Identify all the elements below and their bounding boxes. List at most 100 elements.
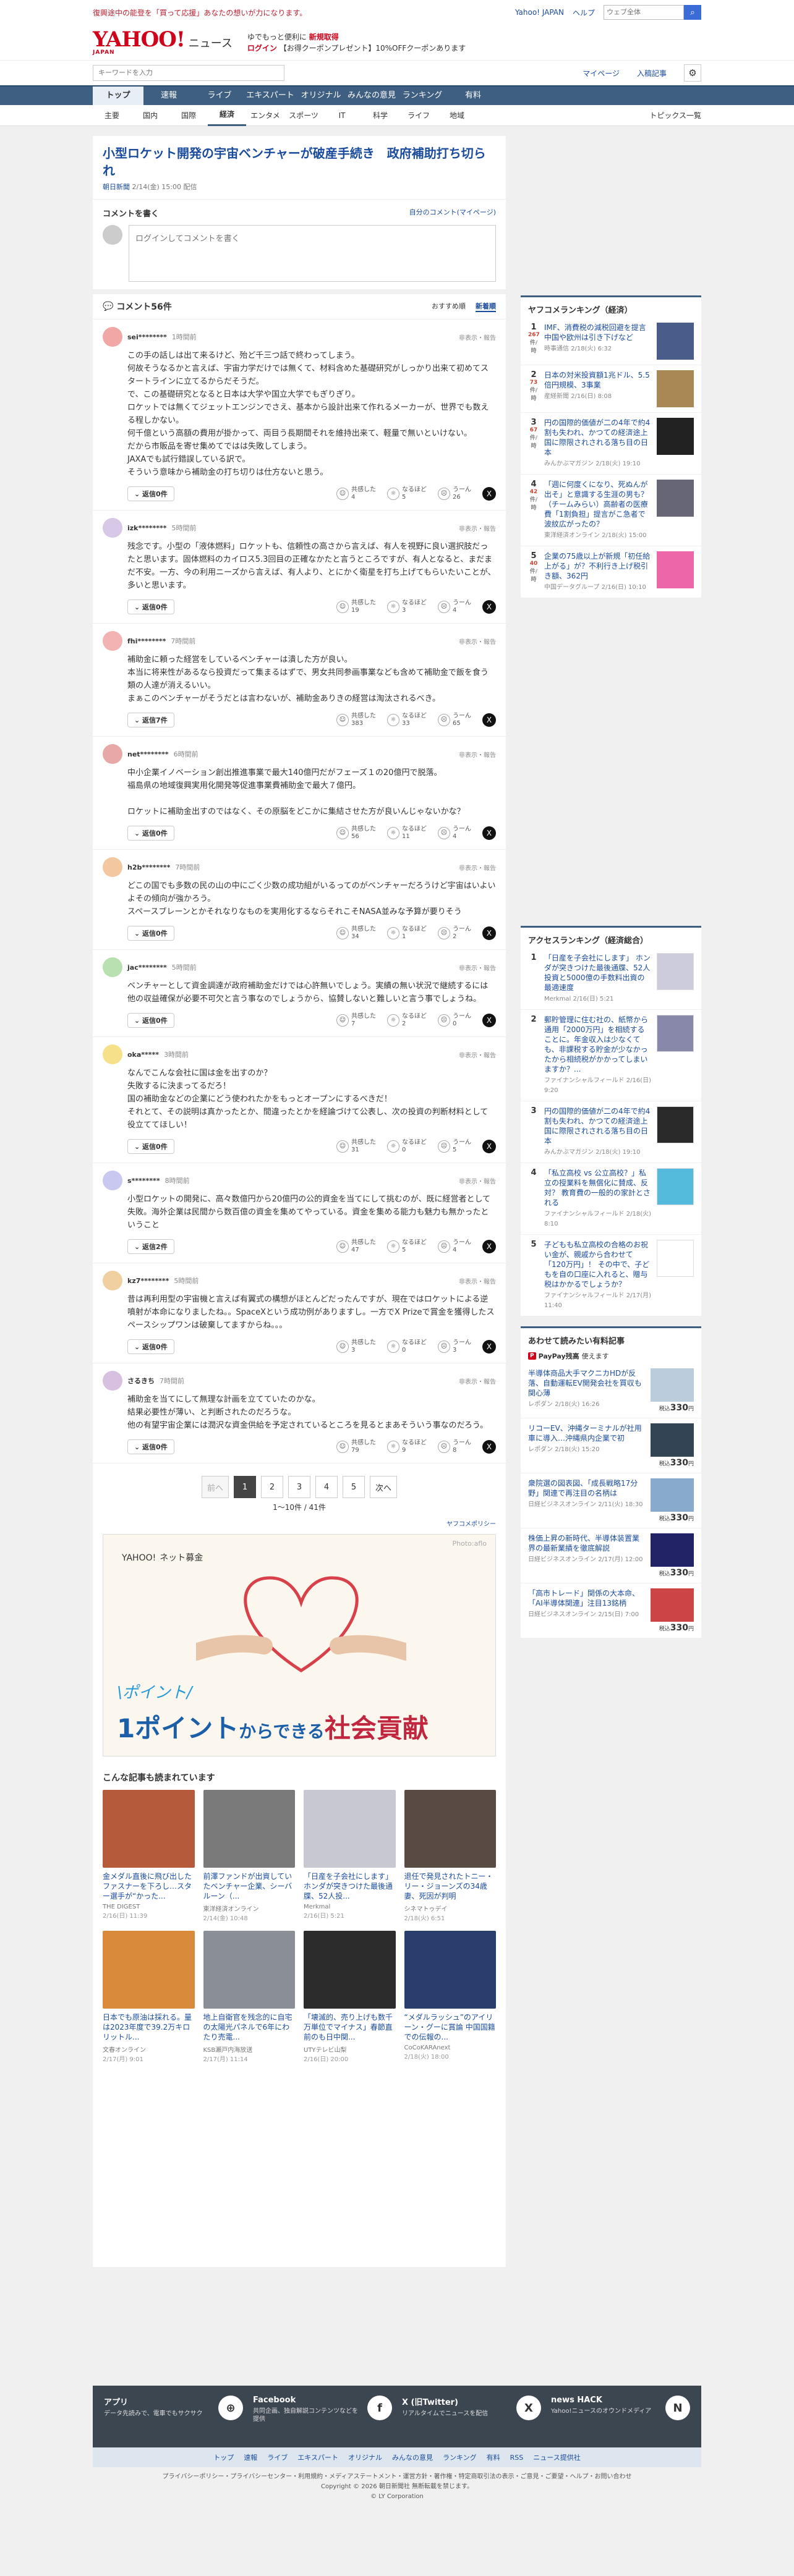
related-title[interactable]: 「壊滅的、売り上げも数千万単位でマイナス」春節直前のも日中関... — [304, 2012, 396, 2042]
footer-app-3[interactable]: news HACK Yahoo!ニュースのオウンドメディア N — [551, 2396, 690, 2423]
agree-button[interactable]: ☺ 共感した 47 — [336, 1239, 376, 1254]
reply-button[interactable]: ⌄ 返信0件 — [127, 1339, 174, 1354]
topics-list-link[interactable]: トピックス一覧 — [649, 106, 701, 125]
nav-paid[interactable]: 有料 — [448, 87, 498, 105]
x-share-icon[interactable]: X — [482, 600, 496, 614]
report-link[interactable]: 非表示・報告 — [459, 1276, 496, 1286]
related-article[interactable]: 退任で発見されたトニー・リー・ジョーンズの34歳妻、死因が判明 シネマトゥデイ 2/… — [404, 1790, 497, 1922]
page-3-button[interactable]: 3 — [288, 1476, 310, 1498]
comment-user[interactable]: s******** — [127, 1177, 160, 1185]
hmm-button[interactable]: ☹ うーん 5 — [438, 1139, 471, 1154]
related-article[interactable]: 「壊滅的、売り上げも数千万単位でマイナス」春節直前のも日中関... UTYテレビ山… — [304, 1931, 396, 2063]
hmm-button[interactable]: ☹ うーん 4 — [438, 826, 471, 841]
report-link[interactable]: 非表示・報告 — [459, 1050, 496, 1059]
login-promo[interactable]: ゆでもっと便利に 新規取得 ログイン 【お得クーポンプレゼント】10%OFFクー… — [247, 32, 466, 54]
x-share-icon[interactable]: X — [482, 487, 496, 501]
comment-user[interactable]: sei******** — [127, 333, 167, 341]
page-2-button[interactable]: 2 — [261, 1476, 283, 1498]
nav-top[interactable]: トップ — [93, 87, 143, 105]
news-search-input[interactable] — [93, 65, 284, 81]
commenter-avatar[interactable] — [103, 1044, 122, 1064]
reply-button[interactable]: ⌄ 返信0件 — [127, 926, 174, 941]
x-share-icon[interactable]: X — [482, 926, 496, 940]
mypage-link[interactable]: マイページ — [583, 68, 620, 78]
think-button[interactable]: ☼ なるほど 0 — [387, 1139, 427, 1154]
rank-title[interactable]: 日本の対米投資額1兆ドル、5.5倍円規模、3事業 — [544, 370, 652, 390]
donation-ad-banner[interactable]: YAHOO! ネット募金 Photo:aflo \ポイント/ 1ポイントからできる… — [103, 1534, 496, 1756]
rank-title[interactable]: 「週に何度くになり、死ぬんが出そ」と意識する生涯の男も？（チームみらい）高齢者の… — [544, 480, 652, 529]
x-share-icon[interactable]: X — [482, 1140, 496, 1153]
related-title[interactable]: 金メダル直後に飛び出したファスナーを下ろし…スター選手が“かった... — [103, 1871, 195, 1901]
footer-nav-item[interactable]: みんなの意見 — [392, 2452, 433, 2462]
commenter-avatar[interactable] — [103, 957, 122, 977]
reply-button[interactable]: ⌄ 返信0件 — [127, 1013, 174, 1028]
footer-nav-item[interactable]: トップ — [213, 2452, 234, 2462]
category-entertainment[interactable]: エンタメ — [246, 106, 284, 125]
sort-recommended[interactable]: おすすめ順 — [432, 301, 466, 312]
help-link[interactable]: ヘルプ — [573, 7, 595, 18]
think-button[interactable]: ☼ なるほど 2 — [387, 1013, 427, 1028]
related-article[interactable]: 「日産を子会社にします」 ホンダが突きつけた最後通牒、52人投... Merkma… — [304, 1790, 396, 1922]
category-local[interactable]: 地域 — [438, 106, 476, 125]
access-rank-item[interactable]: 5 子どもも私立高校の合格のお祝い金が、親戚から合わせて「120万円」！ その中で… — [521, 1235, 701, 1316]
report-link[interactable]: 非表示・報告 — [459, 1176, 496, 1185]
paid-article[interactable]: 衆院選の図表図、「成長戦略17分野」関連で再注目の名柄は 日経ビジネスオンライン … — [521, 1473, 701, 1528]
agree-button[interactable]: ☺ 共感した 383 — [336, 713, 376, 727]
x-share-icon[interactable]: X — [482, 1340, 496, 1354]
comment-rank-item[interactable]: 4 42 件/時 「週に何度くになり、死ぬんが出そ」と意識する生涯の男も？（チームみら… — [521, 475, 701, 546]
comment-user[interactable]: h2b******** — [127, 863, 170, 871]
footer-app-2[interactable]: X (旧Twitter) リアルタイムでニュースを配信 X — [402, 2396, 541, 2423]
comment-policy-link[interactable]: ヤフコメポリシー — [446, 1521, 496, 1528]
footer-nav-item[interactable]: RSS — [510, 2454, 524, 2462]
paid-article[interactable]: 「高市トレード」関係の大本命、「AI半導体関連」注目13銘柄 日経ビジネスオンライ… — [521, 1583, 701, 1638]
hmm-button[interactable]: ☹ うーん 4 — [438, 600, 471, 614]
comment-user[interactable]: さるきち — [127, 1376, 155, 1386]
commenter-avatar[interactable] — [103, 327, 122, 347]
category-economy[interactable]: 経済 — [208, 104, 246, 126]
related-article[interactable]: 日本でも原油は採れる。量は2023年度で39.2万キロリットル... 文春オンライ… — [103, 1931, 195, 2063]
think-button[interactable]: ☼ なるほど 11 — [387, 826, 427, 841]
rank-title[interactable]: 郵貯管理に住む社の、紙幣から通用「2000万円」を相続することに。年金収入は少な… — [544, 1015, 652, 1074]
paid-article[interactable]: 半導体商品大手マクニカHDが反落、自動運転EV開発会社を買収も関心薄 レポダン 2… — [521, 1363, 701, 1418]
agree-button[interactable]: ☺ 共感した 79 — [336, 1439, 376, 1454]
paid-article[interactable]: 株価上昇の新時代、半導体装置業界の最新業績を徹底解説 日経ビジネスオンライン 2/… — [521, 1528, 701, 1583]
report-link[interactable]: 非表示・報告 — [459, 333, 496, 342]
paid-article[interactable]: リコーEV、沖縄ターミナルが社用車に導入…沖縄県内企業で初 レポダン 2/18(火… — [521, 1418, 701, 1473]
agree-button[interactable]: ☺ 共感した 19 — [336, 600, 376, 614]
hmm-button[interactable]: ☹ うーん 8 — [438, 1439, 471, 1454]
comment-rank-item[interactable]: 5 40 件/時 企業の75歳以上が新規「初任給上がる」が？不利行き上げ税引き額、36… — [521, 546, 701, 598]
think-button[interactable]: ☼ なるほど 5 — [387, 1239, 427, 1254]
footer-app-0[interactable]: アプリ データ先読みで、電車でもサクサク ⊕ — [104, 2396, 243, 2423]
x-share-icon[interactable]: X — [482, 1014, 496, 1027]
agree-button[interactable]: ☺ 共感した 4 — [336, 486, 376, 501]
nav-ranking[interactable]: ランキング — [397, 87, 448, 105]
think-button[interactable]: ☼ なるほど 1 — [387, 926, 427, 941]
commenter-avatar[interactable] — [103, 518, 122, 538]
nav-original[interactable]: オリジナル — [296, 87, 346, 105]
footer-policy-links[interactable]: プライバシーポリシー・プライバシーセンター・利用規約・メディアステートメント・運… — [93, 2472, 701, 2482]
article-title[interactable]: 小型ロケット開発の宇宙ベンチャーが破産手続き 政府補助打ち切られ — [93, 136, 506, 182]
comment-user[interactable]: kz7******** — [127, 1277, 169, 1285]
related-article[interactable]: “メダルラッシュ”のアイリーン・グーに賞論 中国国籍での伝報の... CoCoKA… — [404, 1931, 496, 2063]
reply-button[interactable]: ⌄ 返信0件 — [127, 1139, 174, 1154]
related-title[interactable]: 退任で発見されたトニー・リー・ジョーンズの34歳妻、死因が判明 — [404, 1871, 497, 1901]
page-4-button[interactable]: 4 — [315, 1476, 338, 1498]
access-rank-item[interactable]: 3 円の国際的価値が二の4年で約4割も失われ、かつての経済途上国に際限されされる落… — [521, 1101, 701, 1163]
web-search-button[interactable]: ⌕ — [684, 5, 701, 20]
report-link[interactable]: 非表示・報告 — [459, 637, 496, 646]
history-link[interactable]: 入稿記事 — [637, 68, 667, 78]
rank-title[interactable]: 「日産を子会社にします」 ホンダが突きつけた最後通牒、52人投資と5000億の手… — [544, 953, 652, 993]
x-share-icon[interactable]: X — [482, 713, 496, 727]
category-domestic[interactable]: 国内 — [131, 106, 169, 125]
footer-app-1[interactable]: Facebook 共同企画、独自解説コンテンツなどを提供 f — [253, 2396, 392, 2423]
related-title[interactable]: 「日産を子会社にします」 ホンダが突きつけた最後通牒、52人投... — [304, 1871, 396, 1901]
report-link[interactable]: 非表示・報告 — [459, 1376, 496, 1386]
top-notice[interactable]: 復興途中の能登を「買って応援」あなたの想いが力になります。 — [93, 7, 307, 18]
hmm-button[interactable]: ☹ うーん 26 — [438, 486, 471, 501]
related-title[interactable]: 地上自衛官を残念的に自宅の太陽光パネルで6年にわたり売電... — [203, 2012, 296, 2042]
my-comments-link[interactable]: 自分のコメント(マイページ) — [409, 207, 496, 219]
paid-title[interactable]: 株価上昇の新時代、半導体装置業界の最新業績を徹底解説 — [528, 1533, 646, 1553]
rank-title[interactable]: 「私立高校 vs 公立高校？」私立の授業料を無償化に賛成、反対？ 教育費の一般的… — [544, 1168, 652, 1208]
think-button[interactable]: ☼ なるほど 0 — [387, 1339, 427, 1354]
rank-title[interactable]: 円の国際的価値が二の4年で約4割も失われ、かつての経済途上国に際限されされる落ち… — [544, 1106, 652, 1146]
